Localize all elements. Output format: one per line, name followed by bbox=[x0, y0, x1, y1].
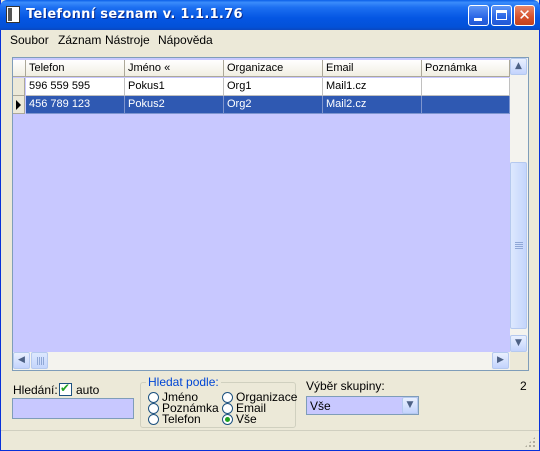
chevron-up-icon: ▲ bbox=[515, 61, 522, 71]
table-row-selected[interactable]: 456 789 123 Pokus2 Org2 Mail2.cz bbox=[13, 96, 510, 114]
column-header-email[interactable]: Email bbox=[323, 60, 422, 77]
cell-organizace[interactable]: Org2 bbox=[224, 96, 323, 114]
main-window: Telefonní seznam v. 1.1.1.76 ✕ Soubor Zá… bbox=[0, 0, 540, 451]
minimize-icon bbox=[474, 18, 482, 21]
maximize-button[interactable] bbox=[491, 5, 512, 26]
window-title: Telefonní seznam v. 1.1.1.76 bbox=[26, 7, 243, 22]
radio-organizace[interactable] bbox=[222, 392, 233, 403]
auto-checkbox[interactable] bbox=[59, 381, 72, 396]
group-select-label: Výběr skupiny: bbox=[306, 379, 385, 393]
menu-napoveda[interactable]: Nápověda bbox=[158, 33, 213, 47]
scrollbar-corner bbox=[510, 352, 528, 370]
status-bar bbox=[1, 430, 539, 451]
radio-telefon[interactable] bbox=[148, 414, 159, 425]
chevron-right-icon: ▶ bbox=[497, 355, 504, 365]
chevron-left-icon: ◀ bbox=[18, 355, 25, 365]
radio-email[interactable] bbox=[222, 403, 233, 414]
search-input[interactable] bbox=[12, 398, 134, 419]
title-bar[interactable]: Telefonní seznam v. 1.1.1.76 ✕ bbox=[0, 0, 540, 30]
scroll-down-button[interactable]: ▼ bbox=[510, 335, 527, 352]
horizontal-scrollbar[interactable]: ◀ ▶ bbox=[13, 352, 510, 370]
resize-grip-icon[interactable] bbox=[524, 436, 536, 448]
grip-line bbox=[515, 248, 523, 249]
app-icon bbox=[6, 6, 20, 23]
column-header-jmeno[interactable]: Jméno « bbox=[125, 60, 224, 77]
row-header[interactable] bbox=[13, 96, 25, 114]
maximize-icon bbox=[496, 10, 507, 20]
search-label: Hledání: bbox=[13, 383, 58, 397]
grip-line bbox=[515, 246, 523, 247]
chevron-down-icon: ▼ bbox=[406, 400, 414, 410]
chevron-down-icon: ▼ bbox=[515, 338, 522, 348]
cell-jmeno[interactable]: Pokus2 bbox=[125, 96, 224, 114]
contacts-grid[interactable]: Telefon Jméno « Organizace Email Poznámk… bbox=[12, 57, 529, 371]
menu-nastroje[interactable]: Nástroje bbox=[105, 33, 150, 47]
close-icon: ✕ bbox=[518, 6, 531, 24]
cell-poznamka[interactable] bbox=[422, 78, 510, 96]
grid-header: Telefon Jméno « Organizace Email Poznámk… bbox=[13, 60, 510, 78]
grip-line bbox=[515, 244, 523, 245]
record-count: 2 bbox=[520, 379, 527, 393]
row-header[interactable] bbox=[13, 78, 25, 96]
table-row[interactable]: 596 559 595 Pokus1 Org1 Mail1.cz bbox=[13, 78, 510, 96]
grip-line bbox=[43, 357, 44, 365]
search-by-title: Hledat podle: bbox=[146, 375, 221, 389]
cell-telefon[interactable]: 456 789 123 bbox=[26, 96, 125, 114]
grip-line bbox=[515, 242, 523, 243]
minimize-button[interactable] bbox=[468, 5, 489, 26]
scroll-left-button[interactable]: ◀ bbox=[13, 352, 30, 369]
group-select-value: Vše bbox=[310, 399, 331, 413]
cell-organizace[interactable]: Org1 bbox=[224, 78, 323, 96]
grip-line bbox=[41, 357, 42, 365]
cell-email[interactable]: Mail1.cz bbox=[323, 78, 422, 96]
horizontal-scroll-thumb[interactable] bbox=[31, 352, 48, 369]
column-header-organizace[interactable]: Organizace bbox=[224, 60, 323, 77]
scroll-up-button[interactable]: ▲ bbox=[510, 58, 527, 75]
radio-jmeno[interactable] bbox=[148, 392, 159, 403]
grip-line bbox=[37, 357, 38, 365]
radio-label-telefon: Telefon bbox=[162, 412, 201, 426]
group-select[interactable]: Vše ▼ bbox=[306, 396, 419, 415]
current-row-arrow-icon bbox=[16, 100, 21, 110]
radio-label-vse: Vše bbox=[236, 412, 257, 426]
cell-jmeno[interactable]: Pokus1 bbox=[125, 78, 224, 96]
cell-poznamka[interactable] bbox=[422, 96, 510, 114]
vertical-scrollbar[interactable]: ▲ ▼ bbox=[510, 58, 528, 352]
auto-label: auto bbox=[76, 383, 100, 397]
radio-poznamka[interactable] bbox=[148, 403, 159, 414]
column-header-poznamka[interactable]: Poznámka bbox=[422, 60, 510, 77]
cell-email[interactable]: Mail2.cz bbox=[323, 96, 422, 114]
grip-line bbox=[39, 357, 40, 365]
menu-soubor[interactable]: Soubor bbox=[10, 33, 49, 47]
vertical-scroll-thumb[interactable] bbox=[510, 162, 527, 329]
menu-zaznam[interactable]: Záznam bbox=[58, 33, 101, 47]
group-select-dropdown-button[interactable]: ▼ bbox=[402, 397, 418, 414]
menu-bar: Soubor Záznam Nástroje Nápověda bbox=[1, 30, 539, 50]
column-header-telefon[interactable]: Telefon bbox=[26, 60, 125, 77]
cell-telefon[interactable]: 596 559 595 bbox=[26, 78, 125, 96]
scroll-right-button[interactable]: ▶ bbox=[492, 352, 509, 369]
header-corner bbox=[13, 60, 26, 77]
radio-vse[interactable] bbox=[222, 414, 233, 425]
close-button[interactable]: ✕ bbox=[514, 5, 535, 26]
